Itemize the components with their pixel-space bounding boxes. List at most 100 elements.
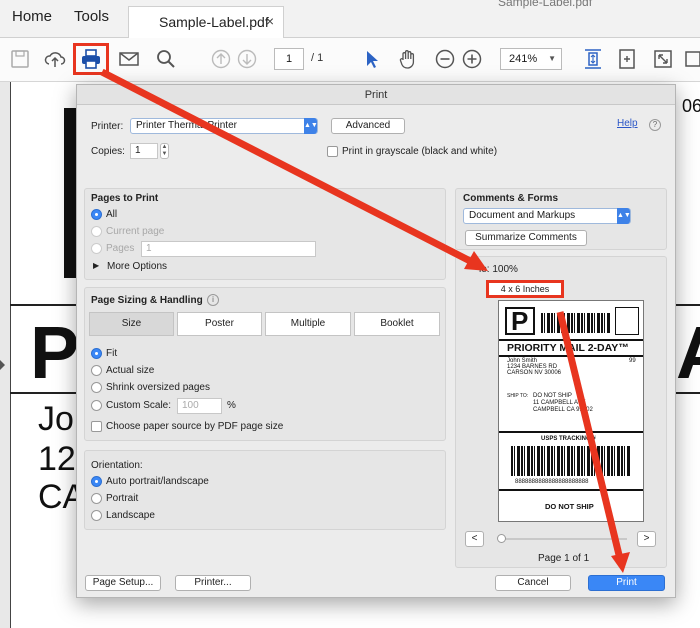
copies-stepper[interactable]: ▲ ▼ [160, 143, 169, 159]
tab-size[interactable]: Size [89, 312, 174, 336]
preview-slider-knob[interactable] [497, 534, 506, 543]
printer-button[interactable]: Printer... [175, 575, 251, 591]
zoom-in-icon[interactable] [461, 48, 483, 70]
full-screen-icon[interactable] [652, 48, 674, 70]
label-to-line: CAMPBELL CA 99002 [533, 407, 593, 413]
label-2d-barcode [541, 313, 611, 333]
help-icon[interactable]: ? [649, 119, 661, 131]
label-from-city: CARSON NV 30006 [507, 370, 562, 376]
previous-page-icon[interactable] [210, 48, 232, 70]
print-icon-highlight [73, 43, 109, 75]
radio-pages[interactable] [91, 243, 102, 254]
copies-label: Copies: [91, 146, 125, 157]
label-postage-box [615, 307, 639, 335]
next-page-icon[interactable] [236, 48, 258, 70]
more-options-toggle[interactable]: More Options [107, 261, 167, 272]
cancel-button[interactable]: Cancel [495, 575, 571, 591]
tab-home[interactable]: Home [12, 0, 52, 38]
hand-tool-icon[interactable] [397, 48, 419, 70]
paper-source-checkbox[interactable] [91, 421, 102, 432]
search-icon[interactable] [155, 48, 177, 70]
more-tools-icon[interactable] [683, 48, 700, 70]
radio-fit[interactable] [91, 348, 102, 359]
info-icon[interactable]: i [207, 294, 219, 306]
tab-multiple[interactable]: Multiple [265, 312, 351, 336]
zoom-value: 241% [509, 53, 538, 65]
tab-tools[interactable]: Tools [74, 0, 109, 38]
zoom-out-icon[interactable] [434, 48, 456, 70]
chevron-down-icon: ▼ [548, 54, 556, 63]
preview-slider-track [499, 538, 627, 540]
radio-landscape[interactable] [91, 510, 102, 521]
label-rule [499, 489, 643, 491]
label-rule [499, 355, 643, 357]
preview-page-indicator: Page 1 of 1 [538, 553, 590, 564]
radio-actual-size-label: Actual size [106, 365, 155, 376]
label-to-line: DO NOT SHIP [533, 393, 572, 399]
pages-range-input[interactable]: 1 [141, 241, 316, 257]
radio-custom-scale[interactable] [91, 400, 102, 411]
label-tracking-number: 8888888888888888888888 [515, 479, 589, 485]
tab-booklet[interactable]: Booklet [354, 312, 440, 336]
label-footer: DO NOT SHIP [545, 502, 594, 511]
email-icon[interactable] [118, 48, 140, 70]
page-number-input[interactable]: 1 [274, 48, 304, 70]
print-button[interactable]: Print [588, 575, 665, 591]
preview-size-badge: 4 x 6 Inches [486, 280, 564, 298]
radio-auto-orientation-label: Auto portrait/landscape [106, 476, 209, 487]
printer-select[interactable]: Printer Thermal Printer ▲▼ [130, 118, 318, 134]
expand-arrow-icon[interactable]: ▶ [93, 261, 99, 270]
close-tab-icon[interactable]: × [266, 13, 274, 29]
label-rule [499, 339, 643, 341]
tab-poster[interactable]: Poster [177, 312, 262, 336]
label-code: 99 [629, 358, 636, 364]
chevron-updown-icon: ▲▼ [304, 118, 318, 134]
label-tracking-barcode [511, 446, 631, 476]
paper-source-label: Choose paper source by PDF page size [106, 421, 284, 432]
radio-portrait[interactable] [91, 493, 102, 504]
pages-to-print-heading: Pages to Print [91, 193, 159, 204]
page-sizing-heading: Page Sizing & Handling [91, 295, 203, 306]
collapse-arrow-icon[interactable] [0, 360, 5, 370]
label-preview: P PRIORITY MAIL 2-DAY™ John Smith 1234 B… [498, 300, 644, 522]
radio-current-page[interactable] [91, 226, 102, 237]
advanced-button[interactable]: Advanced [331, 118, 405, 134]
label-rule [499, 431, 643, 433]
page-total: / 1 [311, 52, 324, 64]
save-icon[interactable] [9, 48, 31, 70]
document-tab-label: Sample-Label.pdf [159, 14, 269, 30]
comments-select-value: Document and Markups [469, 210, 576, 221]
fit-page-icon[interactable] [582, 48, 604, 70]
document-address-line: Jo [38, 400, 74, 438]
radio-landscape-label: Landscape [106, 510, 155, 521]
page-setup-button[interactable]: Page Setup... [85, 575, 161, 591]
label-service-title: PRIORITY MAIL 2-DAY™ [507, 342, 629, 354]
copies-input[interactable]: 1 [130, 143, 158, 159]
label-ship-to: SHIP TO: [507, 393, 529, 399]
summarize-comments-button[interactable]: Summarize Comments [465, 230, 587, 246]
radio-shrink[interactable] [91, 382, 102, 393]
custom-scale-input[interactable]: 100 [177, 398, 222, 414]
preview-prev-button[interactable]: < [465, 531, 484, 547]
upload-cloud-icon[interactable] [44, 48, 66, 70]
radio-all[interactable] [91, 209, 102, 220]
radio-current-page-label: Current page [106, 226, 165, 237]
dialog-title: Print [77, 85, 675, 105]
label-to-line: 11 CAMPBELL AVE [533, 400, 586, 406]
top-bar: Home Tools Sample-Label.pdf × Sample-Lab… [0, 0, 700, 38]
comments-select[interactable]: Document and Markups ▲▼ [463, 208, 631, 224]
help-link[interactable]: Help [617, 118, 638, 129]
fit-width-icon[interactable] [616, 48, 638, 70]
grayscale-checkbox[interactable] [327, 146, 338, 157]
radio-actual-size[interactable] [91, 365, 102, 376]
radio-portrait-label: Portrait [106, 493, 139, 504]
preview-next-button[interactable]: > [637, 531, 656, 547]
printer-label: Printer: [91, 121, 124, 132]
select-cursor-icon[interactable] [361, 48, 383, 70]
radio-fit-label: Fit [106, 348, 118, 359]
document-address-line: 12 [38, 440, 76, 478]
zoom-select[interactable]: 241% ▼ [500, 48, 562, 70]
tab-document[interactable]: Sample-Label.pdf × [128, 6, 284, 38]
radio-auto-orientation[interactable] [91, 476, 102, 487]
window-title: Sample-Label.pdf [498, 0, 593, 9]
